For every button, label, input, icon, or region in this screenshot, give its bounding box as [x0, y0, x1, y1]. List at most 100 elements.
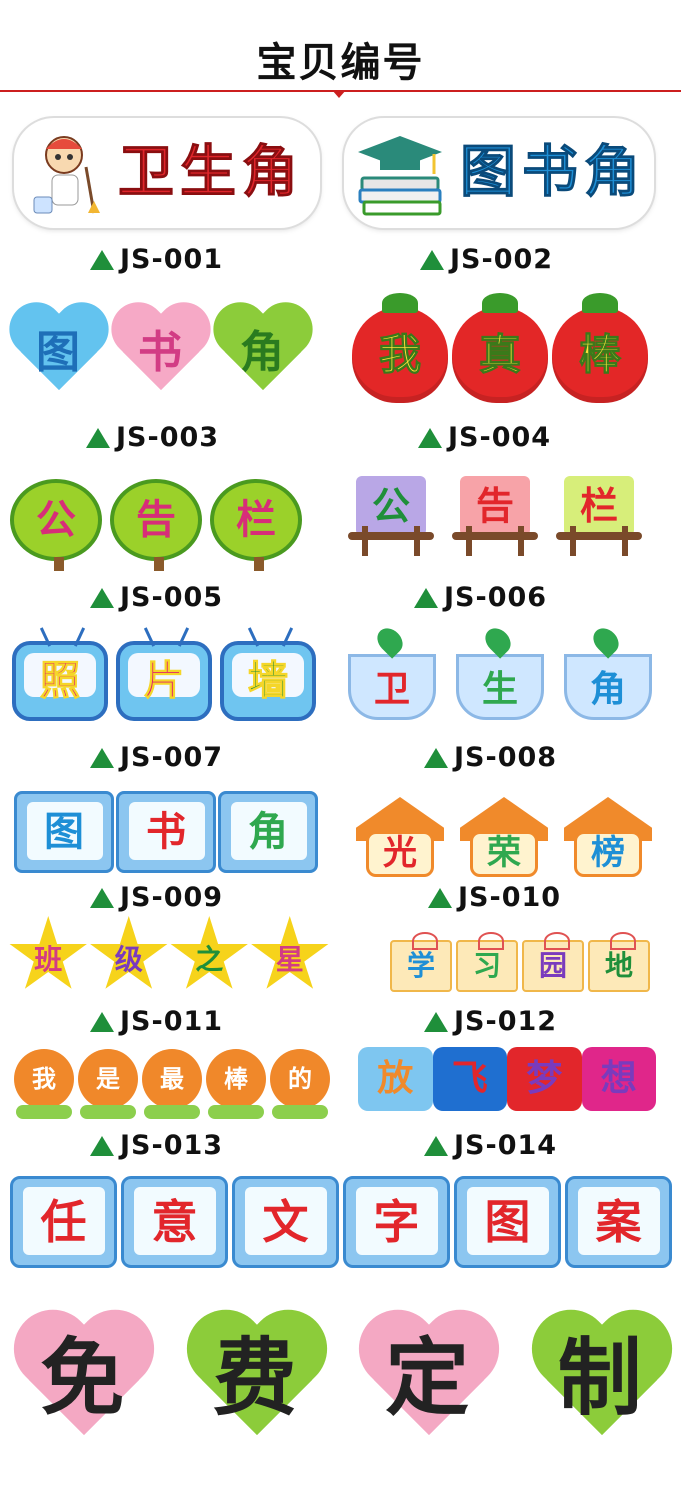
- sign-js-004[interactable]: 我 真 棒: [352, 293, 652, 410]
- tile-char: 费: [212, 1329, 297, 1427]
- tile-char: 墙: [248, 658, 289, 704]
- tile-char: 意: [151, 1195, 198, 1249]
- code-label: JS-004: [448, 422, 552, 453]
- orange-tile: 最: [142, 1049, 202, 1119]
- gift-tile: 学: [390, 932, 452, 992]
- tile-char: 图: [484, 1195, 531, 1249]
- triangle-icon: [90, 1011, 114, 1032]
- triangle-icon: [90, 887, 114, 908]
- square-tile: 想: [581, 1047, 656, 1111]
- code-label: JS-007: [120, 742, 224, 773]
- tile-char: 文: [262, 1195, 309, 1249]
- code-label: JS-011: [120, 1006, 224, 1037]
- star-tile: 星: [251, 916, 329, 989]
- tile-char: 字: [373, 1195, 420, 1249]
- tile-char: 梦: [526, 1058, 563, 1099]
- code-js-011: JS-011: [90, 1006, 223, 1037]
- strawberry-tile: 我: [352, 293, 448, 403]
- tv-tile: 片: [116, 641, 212, 721]
- sign-js-006[interactable]: 公 告 栏: [342, 466, 662, 566]
- orange-tile: 棒: [206, 1049, 266, 1119]
- sign-js-008[interactable]: 卫 生 角: [342, 623, 662, 730]
- triangle-icon: [424, 1135, 448, 1156]
- easel-bar: [556, 532, 642, 540]
- code-js-002: JS-002: [420, 244, 553, 275]
- tile-char: 是: [96, 1065, 120, 1093]
- tv-tile: 墙: [220, 641, 316, 721]
- code-js-013: JS-013: [90, 1130, 223, 1161]
- open-book-tile: 意: [121, 1176, 228, 1268]
- sign-js-012[interactable]: 学 习 园 地: [390, 932, 656, 998]
- triangle-icon: [86, 427, 110, 448]
- sign-js-010[interactable]: 光 荣 榜: [350, 792, 660, 882]
- easel-leg: [518, 526, 524, 556]
- star-tile: 班: [9, 916, 87, 989]
- tile-char: 榜: [591, 833, 625, 873]
- open-book-tile: 文: [232, 1176, 339, 1268]
- tile-char: 书: [138, 327, 182, 378]
- tile-char: 公: [371, 484, 410, 528]
- custom-text-row: 任 意 文 字 图 案: [10, 1170, 672, 1274]
- code-label: JS-006: [444, 582, 548, 613]
- code-label: JS-013: [120, 1130, 224, 1161]
- tile-char: 照: [40, 658, 81, 704]
- heart-tile: 图: [10, 304, 106, 402]
- tile-char: 告: [136, 497, 176, 543]
- easel-bar: [452, 532, 538, 540]
- big-heart-tile: 费: [187, 1313, 324, 1443]
- sign-js-003[interactable]: 图 书 角: [10, 298, 310, 408]
- triangle-icon: [424, 747, 448, 768]
- tile-char: 我: [32, 1065, 56, 1093]
- star-tile: 级: [90, 916, 168, 989]
- code-js-001: JS-001: [90, 244, 223, 275]
- triangle-icon: [420, 249, 444, 270]
- triangle-icon: [90, 249, 114, 270]
- code-js-008: JS-008: [424, 742, 557, 773]
- tile-char: 最: [160, 1065, 184, 1093]
- strawberry-tile: 真: [452, 293, 548, 403]
- square-tile: 放: [358, 1047, 433, 1111]
- code-label: JS-010: [458, 882, 562, 913]
- square-tile: 梦: [507, 1047, 582, 1111]
- open-book-tile: 字: [343, 1176, 450, 1268]
- cup-tile: 生: [450, 623, 550, 724]
- house-tile: 光: [350, 797, 450, 877]
- orange-tile: 是: [78, 1049, 138, 1119]
- tile-char: 案: [595, 1195, 642, 1249]
- code-label: JS-003: [116, 422, 220, 453]
- tile-char: 栏: [579, 484, 618, 528]
- easel-leg: [414, 526, 420, 556]
- tile-char: 学: [406, 949, 435, 982]
- heart-tile: 书: [112, 304, 208, 402]
- tile-char: 角: [589, 669, 626, 710]
- code-label: JS-014: [454, 1130, 558, 1161]
- code-js-012: JS-012: [424, 1006, 557, 1037]
- triangle-icon: [424, 1011, 448, 1032]
- tile-char: 真: [478, 330, 521, 379]
- header-notch: [332, 90, 346, 98]
- triangle-icon: [90, 587, 114, 608]
- big-heart-tile: 制: [532, 1313, 669, 1443]
- open-book-tile: 图: [454, 1176, 561, 1268]
- tile-char: 角: [248, 809, 288, 855]
- code-js-009: JS-009: [90, 882, 223, 913]
- sign-js-011[interactable]: 班 级 之 星: [8, 914, 330, 998]
- star-tile: 之: [170, 916, 248, 989]
- book-tile: 图: [14, 791, 114, 873]
- cup-tile: 卫: [342, 623, 442, 724]
- orange-tile: 我: [14, 1049, 74, 1119]
- tile-char: 公: [36, 497, 76, 543]
- tile-char: 地: [604, 949, 633, 982]
- tile-char: 图: [44, 809, 84, 855]
- code-label: JS-012: [454, 1006, 558, 1037]
- sign-js-009[interactable]: 图 书 角: [14, 786, 324, 878]
- sign-js-014[interactable]: 放 飞 梦 想: [358, 1044, 656, 1114]
- tile-char: 级: [114, 943, 143, 976]
- sign-js-002[interactable]: 图书角: [344, 118, 654, 228]
- cup-tile: 角: [558, 623, 658, 724]
- sign-js-013[interactable]: 我 是 最 棒 的: [14, 1042, 334, 1119]
- sign-js-007[interactable]: 照 片 墙: [12, 634, 322, 728]
- sign-js-005[interactable]: 公 告 栏: [10, 470, 310, 571]
- triangle-icon: [90, 1135, 114, 1156]
- sign-js-001[interactable]: 卫生角: [14, 118, 320, 228]
